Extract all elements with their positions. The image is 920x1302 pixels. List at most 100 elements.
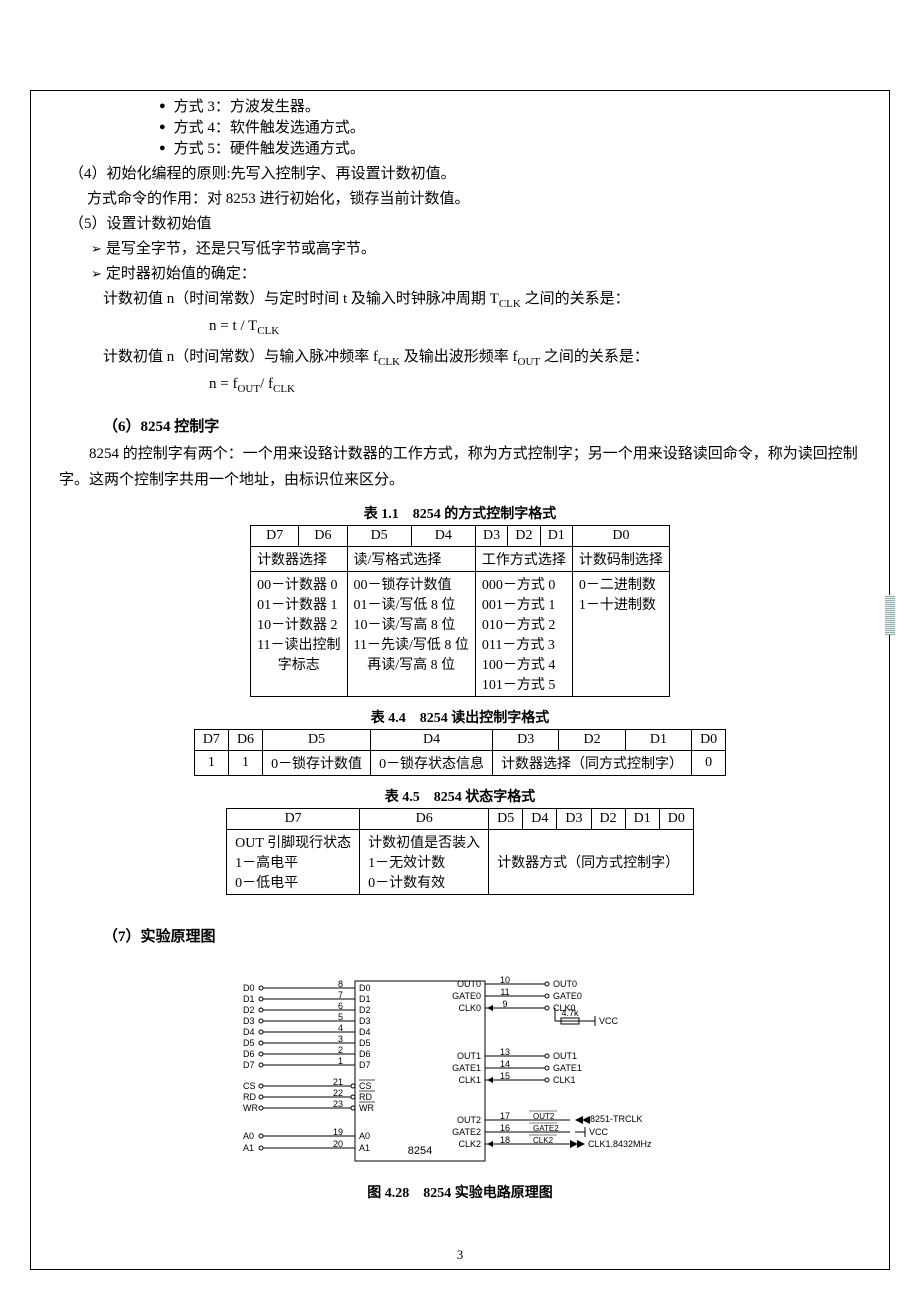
svg-text:5: 5 [338, 1012, 343, 1022]
svg-text:19: 19 [333, 1127, 343, 1137]
svg-text:13: 13 [500, 1047, 510, 1057]
svg-text:D1: D1 [243, 994, 255, 1004]
cell-line: OUT 引脚现行状态 [235, 832, 351, 852]
svg-text:OUT2: OUT2 [457, 1115, 481, 1125]
formula-text: n = f [209, 376, 237, 392]
td: D4 [523, 809, 557, 830]
svg-text:D7: D7 [243, 1060, 255, 1070]
text: 计数初值 n（时间常数）与输入脉冲频率 f [103, 349, 378, 365]
bullet-item: 方式 4：软件触发选通方式。 [159, 116, 861, 137]
freq-relation: 计数初值 n（时间常数）与输入脉冲频率 fCLK 及输出波形频率 fOUT 之间… [103, 345, 861, 368]
td: 00－锁存计数值 01－读/写低 8 位 10－读/写高 8 位 11－先读/写… [347, 572, 475, 697]
table-row: D7 D6 D5 D4 D3 D2 D1 D0 [251, 526, 670, 547]
th: D3 [475, 526, 507, 547]
table-row: D7 D6 D5 D4 D3 D2 D1 D0 [227, 809, 694, 830]
svg-text:CLK1: CLK1 [553, 1075, 576, 1085]
th: D7 [251, 526, 299, 547]
td: D2 [591, 809, 625, 830]
section-4: （4）初始化编程的原则:先写入控制字、再设置计数初值。 [69, 162, 861, 183]
td: 计数器选择（同方式控制字） [493, 751, 692, 776]
svg-text:RD: RD [359, 1092, 372, 1102]
svg-text:WR: WR [243, 1103, 258, 1113]
svg-text:OUT2: OUT2 [533, 1112, 555, 1121]
heading-text: （7）实验原理图 [103, 929, 216, 945]
td: D3 [493, 730, 559, 751]
arrow-item-1: 是写全字节，还是只写低字节或高字节。 [91, 237, 861, 258]
table-1: D7 D6 D5 D4 D3 D2 D1 D0 计数器选择 读/写格式选择 工作… [250, 525, 670, 697]
table-row: D7 D6 D5 D4 D3 D2 D1 D0 [194, 730, 725, 751]
svg-text:18: 18 [500, 1135, 510, 1145]
td: 0 [692, 751, 726, 776]
table-row: 计数器选择 读/写格式选择 工作方式选择 计数码制选择 [251, 547, 670, 572]
svg-text:D3: D3 [243, 1016, 255, 1026]
svg-text:21: 21 [333, 1077, 343, 1087]
cell-line: 011－方式 3 [482, 634, 566, 654]
text: 之间的关系是： [544, 349, 649, 365]
svg-text:2: 2 [338, 1045, 343, 1055]
table-1-caption: 表 1.1 8254 的方式控制字格式 [59, 503, 861, 523]
svg-text:D3: D3 [359, 1016, 371, 1026]
svg-text:RD: RD [243, 1092, 256, 1102]
svg-text:A1: A1 [359, 1143, 370, 1153]
th: D4 [411, 526, 475, 547]
bullet-list: 方式 3：方波发生器。 方式 4：软件触发选通方式。 方式 5：硬件触发选通方式… [159, 95, 861, 158]
cell-line: 00－锁存计数值 [354, 574, 469, 594]
section-7-head: （7）实验原理图 [103, 925, 216, 946]
vcc-label-2: VCC [589, 1127, 609, 1137]
cell-line: 01－读/写低 8 位 [354, 594, 469, 614]
td: 00－计数器 0 01－计数器 1 10－计数器 2 11－读出控制 字标志 [251, 572, 347, 697]
table-2-caption: 表 4.4 8254 读出控制字格式 [59, 707, 861, 727]
section-6-head: （6）8254 控制字 [103, 415, 219, 436]
td: D1 [625, 809, 659, 830]
th: D5 [347, 526, 411, 547]
td: 1 [194, 751, 228, 776]
sub-out: OUT [518, 356, 541, 368]
td: 计数器选择 [251, 547, 347, 572]
svg-text:WR: WR [359, 1103, 374, 1113]
svg-text:GATE2: GATE2 [533, 1124, 559, 1133]
table-row: 00－计数器 0 01－计数器 1 10－计数器 2 11－读出控制 字标志 0… [251, 572, 670, 697]
cell-line: 001－方式 1 [482, 594, 566, 614]
svg-text:3: 3 [338, 1034, 343, 1044]
text: 计数初值 n（时间常数）与定时时间 t 及输入时钟脉冲周期 T [103, 291, 499, 307]
svg-text:16: 16 [500, 1123, 510, 1133]
svg-text:OUT0: OUT0 [553, 979, 577, 989]
td: D0 [692, 730, 726, 751]
svg-text:CS: CS [243, 1081, 256, 1091]
td: 0－二进制数 1－十进制数 [572, 572, 669, 697]
formula-1: n = t / TCLK [209, 318, 861, 337]
sub-clk: CLK [257, 325, 279, 337]
cell-line: 0－低电平 [235, 872, 351, 892]
svg-text:D1: D1 [359, 994, 371, 1004]
svg-text:CLK2: CLK2 [458, 1139, 481, 1149]
svg-text:GATE1: GATE1 [452, 1063, 481, 1073]
td: D6 [228, 730, 262, 751]
svg-text:A0: A0 [359, 1131, 370, 1141]
td: D5 [263, 730, 371, 751]
svg-text:8: 8 [338, 979, 343, 989]
svg-text:A0: A0 [243, 1131, 254, 1141]
td: D3 [557, 809, 591, 830]
svg-text:4: 4 [338, 1023, 343, 1033]
td: D4 [371, 730, 493, 751]
svg-text:11: 11 [500, 987, 509, 997]
sub-clk: CLK [378, 356, 400, 368]
section-6-para: 8254 的控制字有两个：一个用来设臵计数器的工作方式，称为方式控制字；另一个用… [59, 442, 861, 493]
svg-text:D7: D7 [359, 1060, 371, 1070]
svg-text:D5: D5 [359, 1038, 371, 1048]
table-3-caption: 表 4.5 8254 状态字格式 [59, 786, 861, 806]
schematic-diagram: 8254 D08D0D17D1D26D2D35D3D44D4D53D5D62D6… [225, 976, 695, 1176]
td: 0－锁存状态信息 [371, 751, 493, 776]
svg-text:CS: CS [359, 1081, 372, 1091]
trclk-label: 8251-TRCLK [590, 1114, 643, 1124]
svg-text:17: 17 [500, 1111, 510, 1121]
heading-text: （6）8254 控制字 [103, 419, 219, 435]
cell-line: 计数初值是否装入 [368, 832, 480, 852]
svg-text:9: 9 [502, 999, 507, 1009]
svg-text:CLK0: CLK0 [458, 1003, 481, 1013]
scrollbar-thumb[interactable] [885, 595, 895, 635]
svg-text:OUT0: OUT0 [457, 979, 481, 989]
td: 计数器方式（同方式控制字） [489, 830, 694, 895]
td: D6 [360, 809, 489, 830]
sub-clk: CLK [499, 298, 521, 310]
